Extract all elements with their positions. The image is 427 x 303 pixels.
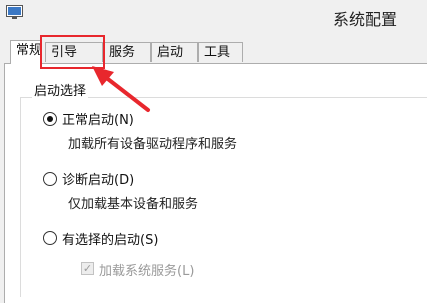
normal-startup-radio[interactable] — [43, 112, 57, 126]
boot-tab-highlight-box — [40, 35, 105, 69]
load-system-services-label[interactable]: 加载系统服务(L) — [99, 260, 194, 279]
selective-startup-label[interactable]: 有选择的启动(S) — [62, 229, 158, 248]
tab-startup[interactable]: 启动 — [151, 42, 198, 62]
normal-startup-description: 加载所有设备驱动程序和服务 — [68, 137, 238, 152]
diagnostic-startup-description: 仅加载基本设备和服务 — [68, 197, 199, 212]
tab-services[interactable]: 服务 — [103, 42, 151, 62]
window-title: 系统配置 — [333, 10, 398, 29]
selective-startup-radio[interactable] — [43, 231, 57, 245]
group-title: 启动选择 — [32, 80, 89, 99]
system-config-icon — [6, 5, 23, 19]
tab-general[interactable]: 常规 — [10, 40, 42, 64]
title-bar: 系统配置 — [0, 0, 427, 36]
normal-startup-label[interactable]: 正常启动(N) — [62, 109, 134, 128]
diagnostic-startup-radio[interactable] — [43, 172, 57, 186]
load-system-services-checkbox[interactable]: ✓ — [81, 262, 94, 275]
tab-tools[interactable]: 工具 — [198, 42, 243, 62]
diagnostic-startup-label[interactable]: 诊断启动(D) — [62, 169, 134, 188]
